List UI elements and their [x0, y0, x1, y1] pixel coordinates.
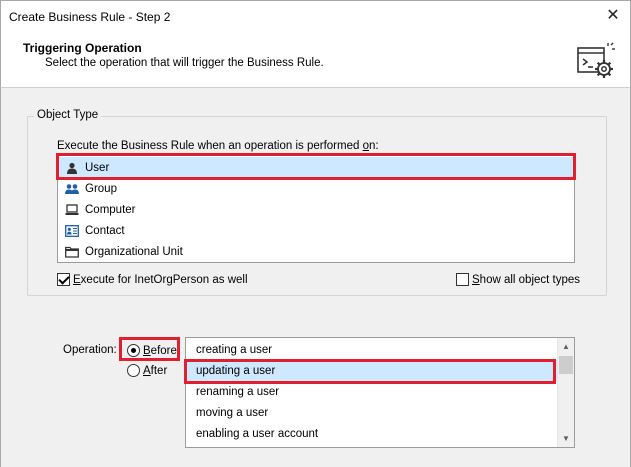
operation-item[interactable]: renaming a user — [187, 381, 557, 402]
after-radio-circle[interactable] — [127, 364, 140, 377]
close-icon[interactable]: ✕ — [602, 5, 624, 27]
list-item-computer[interactable]: Computer — [59, 199, 573, 220]
folder-icon — [65, 245, 79, 259]
step-subtitle: Select the operation that will trigger t… — [45, 57, 324, 69]
list-item-organizational-unit[interactable]: Organizational Unit — [59, 241, 573, 262]
contact-icon — [65, 224, 79, 238]
settings-gear-window-icon — [577, 42, 615, 78]
show-all-types-checkbox-box[interactable] — [456, 273, 469, 286]
operation-list-scrollbar[interactable]: ▲ ▼ — [557, 338, 574, 447]
title-bar: Create Business Rule - Step 2 ✕ — [0, 0, 631, 32]
after-label: After — [143, 364, 168, 377]
computer-icon — [65, 203, 79, 217]
object-type-prompt: Execute the Business Rule when an operat… — [57, 140, 379, 152]
scroll-down-icon[interactable]: ▼ — [558, 430, 574, 447]
step-title: Triggering Operation — [23, 41, 142, 55]
operation-item[interactable]: enabling a user account — [187, 423, 557, 444]
operation-item[interactable]: creating a user — [187, 339, 557, 360]
group-icon — [65, 182, 79, 196]
object-type-list[interactable]: User Group Computer Contact Organization… — [57, 155, 575, 263]
show-all-types-label: Show all object types — [472, 273, 581, 286]
inetorgperson-checkbox[interactable]: Execute for InetOrgPerson as well — [57, 273, 248, 286]
before-radio[interactable]: Before — [127, 344, 177, 357]
list-item-contact[interactable]: Contact — [59, 220, 573, 241]
user-icon — [65, 161, 79, 175]
scroll-up-icon[interactable]: ▲ — [558, 338, 574, 355]
before-label: Before — [143, 344, 177, 357]
operation-label: Operation: — [63, 344, 117, 356]
operation-item[interactable]: updating a user — [187, 360, 557, 381]
inetorgperson-label: Execute for InetOrgPerson as well — [73, 273, 248, 286]
inetorgperson-checkbox-box[interactable] — [57, 273, 70, 286]
operation-list[interactable]: creating a user updating a user renaming… — [185, 337, 575, 448]
scroll-thumb[interactable] — [559, 356, 573, 374]
before-radio-circle[interactable] — [127, 344, 140, 357]
list-item-user[interactable]: User — [59, 157, 573, 178]
wizard-header: Triggering Operation Select the operatio… — [0, 32, 631, 88]
after-radio[interactable]: After — [127, 364, 167, 377]
wizard-content: Object Type Execute the Business Rule wh… — [0, 88, 631, 467]
list-item-group[interactable]: Group — [59, 178, 573, 199]
operation-item[interactable]: moving a user — [187, 402, 557, 423]
object-type-legend: Object Type — [34, 109, 102, 121]
window-title: Create Business Rule - Step 2 — [9, 10, 171, 24]
show-all-types-checkbox[interactable]: Show all object types — [456, 273, 580, 286]
